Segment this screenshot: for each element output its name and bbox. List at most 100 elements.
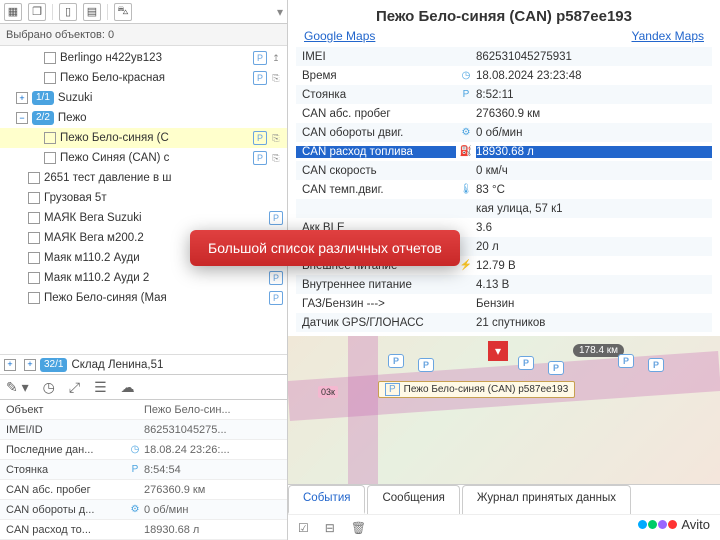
kv-label: CAN обороты д... (6, 504, 126, 516)
parking-marker-3[interactable]: P (518, 356, 534, 370)
checkbox[interactable] (28, 252, 40, 264)
summary-row: CAN обороты д...⚙0 об/мин (0, 500, 287, 520)
dt-value: кая улица, 57 к1 (476, 203, 712, 215)
copy-icon[interactable]: ❐ (28, 3, 46, 21)
link-icon: ⎘ (269, 131, 283, 145)
tree-label: Склад Ленина,51 (71, 359, 163, 371)
toggle-icon[interactable]: + (16, 92, 28, 104)
tree-label: Berlingo н422ув123 (60, 52, 162, 64)
checkbox[interactable] (28, 272, 40, 284)
parking-marker-6[interactable]: P (648, 358, 664, 372)
dt-value: 0 об/мин (476, 127, 712, 139)
dt-icon: ⚙ (456, 127, 476, 138)
detail-row: CAN темп.двиг.🌡83 °C (296, 180, 712, 199)
trash-icon[interactable]: 🗑 (351, 521, 366, 535)
detail-row: ГАЗ/Бензин --->Бензин (296, 294, 712, 313)
count-badge: 1/1 (32, 91, 54, 105)
tree-row[interactable]: −2/2Пежо (0, 108, 287, 128)
object-tree[interactable]: Berlingo н422ув123P↥ Пежо Бело-красная P ⎘ +… (0, 46, 287, 354)
checkbox[interactable] (28, 212, 40, 224)
dt-value: 862531045275931 (476, 51, 712, 63)
map[interactable]: ▾ 178.4 км P P P P P P PПежо Бело-синяя … (288, 336, 720, 484)
cloud-icon[interactable]: ☁ (121, 379, 135, 396)
checkbox[interactable] (28, 192, 40, 204)
tree-row[interactable]: Грузовая 5т (0, 188, 287, 208)
parking-icon: P (253, 71, 267, 85)
kv-label: Стоянка (6, 464, 126, 476)
checkbox[interactable] (28, 172, 40, 184)
dt-label: CAN расход топлива (296, 146, 456, 158)
tree-row[interactable]: 2651 тест давление в ш (0, 168, 287, 188)
chart-icon[interactable]: ⤢ (69, 379, 80, 396)
detail-row: CAN абс. пробег276360.9 км (296, 104, 712, 123)
tab-0[interactable]: События (288, 485, 365, 514)
current-marker-icon[interactable]: ▾ (488, 341, 508, 361)
columns-icon[interactable]: ▯ (59, 3, 77, 21)
tree-label: Грузовая 5т (44, 192, 107, 204)
dt-icon: ⛽ (456, 146, 476, 157)
parking-marker-4[interactable]: P (548, 361, 564, 375)
kv-value: 18.08.24 23:26:... (144, 444, 281, 456)
tree-row[interactable]: Пежо Синяя (CAN) сP⎘ (0, 148, 287, 168)
detail-row: CAN скорость0 км/ч (296, 161, 712, 180)
clock-icon[interactable]: ◷ (43, 379, 55, 396)
dt-value: 18.08.2024 23:23:48 (476, 70, 712, 82)
tree-label: 2651 тест давление в ш (44, 172, 171, 184)
checkbox[interactable] (44, 72, 56, 84)
tree-row[interactable]: Пежо Бело-синяя (МаяP (0, 288, 287, 308)
toggle-icon[interactable]: − (16, 112, 28, 124)
tab-1[interactable]: Сообщения (367, 485, 459, 514)
dt-label: CAN обороты двиг. (296, 127, 456, 139)
chevron-down-icon[interactable]: ▾ (277, 5, 283, 19)
archive-icon[interactable]: ⊟ (325, 521, 335, 535)
checkbox[interactable] (44, 52, 56, 64)
pencil-icon[interactable]: ✎ ▾ (6, 379, 29, 396)
checkbox[interactable] (28, 232, 40, 244)
detail-row: CAN обороты двиг.⚙0 об/мин (296, 123, 712, 142)
yandex-maps-link[interactable]: Yandex Maps (632, 29, 705, 43)
checkbox-icon[interactable]: ☑ (298, 521, 309, 535)
tree-label: Пежо Бело-красная (60, 72, 165, 84)
summary-table: ОбъектПежо Бело-син...IMEI/ID86253104527… (0, 400, 287, 540)
tree-row[interactable]: Berlingo н422ув123P↥ (0, 48, 287, 68)
tree-footer-row[interactable]: + + 32/1 Склад Ленина,51 (0, 354, 287, 374)
report-icon[interactable]: ☰ (94, 379, 107, 396)
tree-row[interactable]: Маяк м110.2 Ауди 2P (0, 268, 287, 288)
dt-value: 18930.68 л (476, 146, 712, 158)
tree-row[interactable]: +1/1Suzuki (0, 88, 287, 108)
checkbox[interactable] (28, 292, 40, 304)
parking-marker-5[interactable]: P (618, 354, 634, 368)
expand-icon-2[interactable]: + (24, 359, 36, 371)
detail-row: Датчик GPS/ГЛОНАСС21 спутников (296, 313, 712, 332)
tree-label: Пежо Бело-синяя (C (60, 132, 169, 144)
dt-value: 12.79 В (476, 260, 712, 272)
checkbox[interactable] (44, 152, 56, 164)
bottom-tabs: СобытияСообщенияЖурнал принятых данных (288, 484, 720, 514)
expand-icon[interactable]: + (4, 359, 16, 371)
tree-row[interactable]: МАЯК Вега SuzukiP (0, 208, 287, 228)
distance-badge: 178.4 км (573, 344, 624, 357)
doc-icon[interactable]: ▤ (83, 3, 101, 21)
kv-label: Объект (6, 404, 126, 416)
kv-icon: ◷ (126, 444, 144, 455)
kv-label: IMEI/ID (6, 424, 126, 436)
layers-icon[interactable]: ▦ (4, 3, 22, 21)
tab-2[interactable]: Журнал принятых данных (462, 485, 631, 514)
tree-row[interactable]: Пежо Бело-краснаяP⎘ (0, 68, 287, 88)
car-icon[interactable]: ⛍ (114, 3, 132, 21)
map-links: Google Maps Yandex Maps (288, 29, 720, 47)
parking-marker-1[interactable]: P (388, 354, 404, 368)
avito-watermark: Avito (638, 517, 710, 532)
promo-callout: Большой список различных отчетов (190, 230, 460, 266)
building-label: 03к (318, 386, 338, 398)
dt-icon: ◷ (456, 70, 476, 81)
checkbox[interactable] (44, 132, 56, 144)
upload-icon: ↥ (269, 51, 283, 65)
tree-row[interactable]: Пежо Бело-синяя (CP⎘ (0, 128, 287, 148)
kv-value: 862531045275... (144, 424, 281, 436)
kv-label: CAN расход то... (6, 524, 126, 536)
parking-marker-2[interactable]: P (418, 358, 434, 372)
dt-label: CAN темп.двиг. (296, 184, 456, 196)
google-maps-link[interactable]: Google Maps (304, 29, 375, 43)
count-badge: 2/2 (32, 111, 54, 125)
